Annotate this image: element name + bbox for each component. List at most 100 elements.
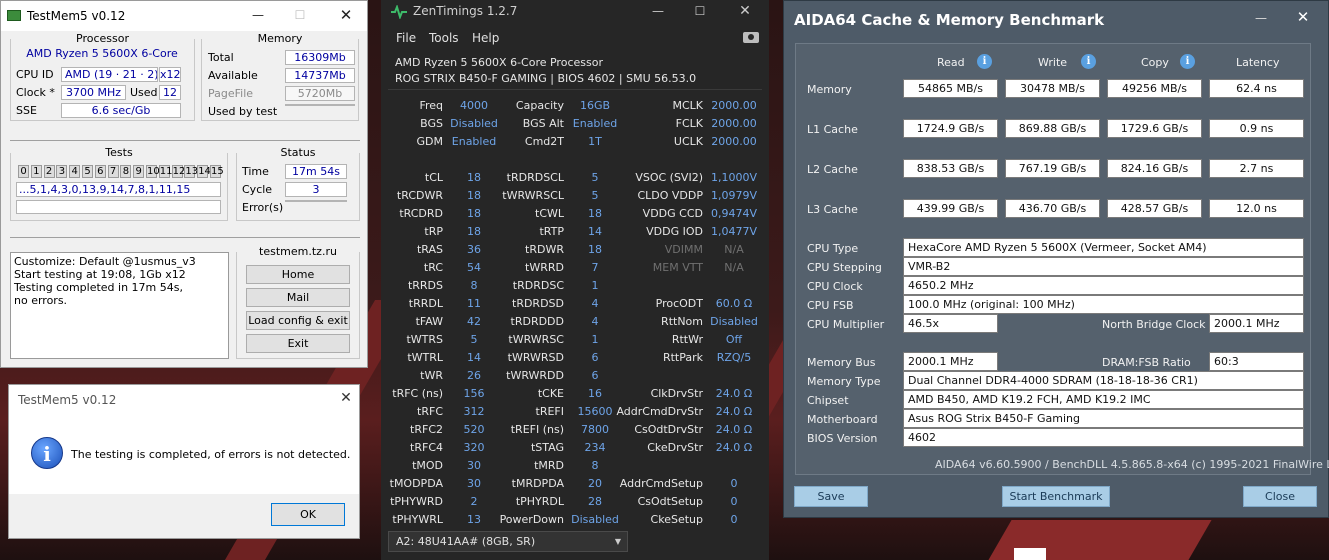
field-label: Available xyxy=(208,69,258,82)
menu-tools[interactable]: Tools xyxy=(429,31,459,45)
progress-bar xyxy=(16,200,221,214)
dialog-close-button[interactable]: ✕ xyxy=(339,391,353,405)
log-line: no errors. xyxy=(14,294,68,307)
field-label: Total xyxy=(208,51,234,64)
chipset-value: AMD B450, AMD K19.2 FCH, AMD K19.2 IMC xyxy=(903,390,1304,409)
dimm-select-value: A2: 48U41AA# (8GB, SR) xyxy=(396,535,536,548)
timing-value: 42 xyxy=(467,315,481,328)
zentimings-window: ZenTimings 1.2.7 — ☐ ✕ File Tools Help A… xyxy=(381,0,769,560)
mail-button[interactable]: Mail xyxy=(246,288,350,307)
timing-label: VSOC (SVI2) xyxy=(635,171,703,184)
field-label: Clock * xyxy=(16,86,55,99)
field-label: Used by test xyxy=(208,105,278,118)
timing-value: 4 xyxy=(591,315,599,328)
timing-value: 24.0 Ω xyxy=(715,441,753,454)
maximize-button[interactable]: ☐ xyxy=(693,4,707,18)
start-benchmark-button[interactable]: Start Benchmark xyxy=(1002,486,1110,507)
test-number: 7 xyxy=(107,165,119,178)
exit-button[interactable]: Exit xyxy=(246,334,350,353)
minimize-button[interactable]: — xyxy=(1254,11,1268,25)
camera-icon[interactable] xyxy=(743,32,759,43)
timing-value: 1,1000V xyxy=(710,171,757,184)
timing-value: 36 xyxy=(467,243,481,256)
cpu-name: AMD Ryzen 5 5600X 6-Core Processor xyxy=(395,56,603,69)
aida-titlebar[interactable]: AIDA64 Cache & Memory Benchmark — ✕ xyxy=(784,1,1328,37)
window-title: TestMem5 v0.12 xyxy=(27,9,126,23)
test-number: 4 xyxy=(69,165,81,178)
col-header-latency: Latency xyxy=(1236,56,1280,69)
info-icon[interactable]: i xyxy=(1180,54,1195,69)
timing-value: 0 xyxy=(730,495,738,508)
timing-value: Disabled xyxy=(710,315,758,328)
group-header: Processor xyxy=(76,32,129,45)
divider xyxy=(388,89,762,90)
ok-button[interactable]: OK xyxy=(271,503,345,526)
timing-value: N/A xyxy=(724,243,744,256)
info-label: North Bridge Clock xyxy=(1102,318,1206,331)
info-icon[interactable]: i xyxy=(1081,54,1096,69)
col-header-write: Write xyxy=(1038,56,1068,69)
testmem-titlebar[interactable]: TestMem5 v0.12 — ☐ ✕ xyxy=(1,1,367,31)
log-line: Start testing at 19:08, 1Gb x12 xyxy=(14,268,186,281)
minimize-button[interactable]: — xyxy=(251,8,265,22)
completion-dialog: TestMem5 v0.12 ✕ i The testing is comple… xyxy=(8,384,360,539)
dialog-footer: OK xyxy=(9,494,359,538)
timing-value: 156 xyxy=(463,387,485,400)
home-button[interactable]: Home xyxy=(246,265,350,284)
zentimings-titlebar[interactable]: ZenTimings 1.2.7 — ☐ ✕ xyxy=(381,0,769,24)
test-number: 2 xyxy=(43,165,55,178)
info-label: Memory Bus xyxy=(807,356,876,369)
timing-value: 0 xyxy=(730,477,738,490)
usedbytest-value xyxy=(285,104,355,106)
test-number: 11 xyxy=(158,165,173,178)
bench-write-value: 767.19 GB/s xyxy=(1005,159,1100,178)
bench-latency-value: 0.9 ns xyxy=(1209,119,1304,138)
time-value: 17m 54s xyxy=(285,164,347,179)
load-config-exit-button[interactable]: Load config & exit xyxy=(246,311,350,330)
group-header: testmem.tz.ru xyxy=(259,245,337,258)
close-button[interactable]: ✕ xyxy=(738,4,752,18)
timing-value: 11 xyxy=(467,297,481,310)
dimm-select[interactable]: A2: 48U41AA# (8GB, SR) ▼ xyxy=(388,531,628,552)
test-number: 15 xyxy=(210,165,224,178)
timing-value: 1,0979V xyxy=(710,189,757,202)
timing-value: 28 xyxy=(588,495,602,508)
timing-value: 5 xyxy=(591,171,599,184)
divider xyxy=(10,140,360,141)
timing-value: 7800 xyxy=(581,423,609,436)
info-label: CPU Stepping xyxy=(807,261,882,274)
bench-read-value: 54865 MB/s xyxy=(903,79,998,98)
timing-value: 18 xyxy=(588,207,602,220)
timing-value: 320 xyxy=(463,441,485,454)
bench-latency-value: 12.0 ns xyxy=(1209,199,1304,218)
maximize-button[interactable]: ☐ xyxy=(293,8,307,22)
field-label: CPU ID xyxy=(16,68,54,81)
field-label: SSE xyxy=(16,104,37,117)
save-button[interactable]: Save xyxy=(794,486,868,507)
group-header: Status xyxy=(280,146,316,159)
menu-help[interactable]: Help xyxy=(472,31,499,45)
test-number: 0 xyxy=(18,165,29,178)
bench-copy-value: 428.57 GB/s xyxy=(1107,199,1202,218)
close-dialog-button[interactable]: Close xyxy=(1243,486,1317,507)
log-textarea[interactable]: Customize: Default @1usmus_v3 Start test… xyxy=(10,252,229,359)
field-label: Error(s) xyxy=(242,201,284,214)
window-title: ZenTimings 1.2.7 xyxy=(413,4,518,18)
sse-value: 6.6 sec/Gb xyxy=(61,103,181,118)
board-info: ROG STRIX B450-F GAMING | BIOS 4602 | SM… xyxy=(395,72,697,85)
close-button[interactable]: ✕ xyxy=(1296,10,1310,25)
timing-value: 6 xyxy=(591,369,599,382)
menu-file[interactable]: File xyxy=(396,31,416,45)
timing-value: 18 xyxy=(467,171,481,184)
timing-value: 16GB xyxy=(579,99,611,112)
timing-value: 14 xyxy=(467,351,481,364)
field-label: Used xyxy=(130,86,158,99)
cpu-type-value: HexaCore AMD Ryzen 5 5600X (Vermeer, Soc… xyxy=(903,238,1304,257)
info-icon[interactable]: i xyxy=(977,54,992,69)
timing-value: 6 xyxy=(591,351,599,364)
close-button[interactable]: ✕ xyxy=(339,8,353,23)
timing-value: 8 xyxy=(591,459,599,472)
test-number: 13 xyxy=(184,165,199,178)
timing-value: 1T xyxy=(588,135,602,148)
minimize-button[interactable]: — xyxy=(651,4,665,18)
